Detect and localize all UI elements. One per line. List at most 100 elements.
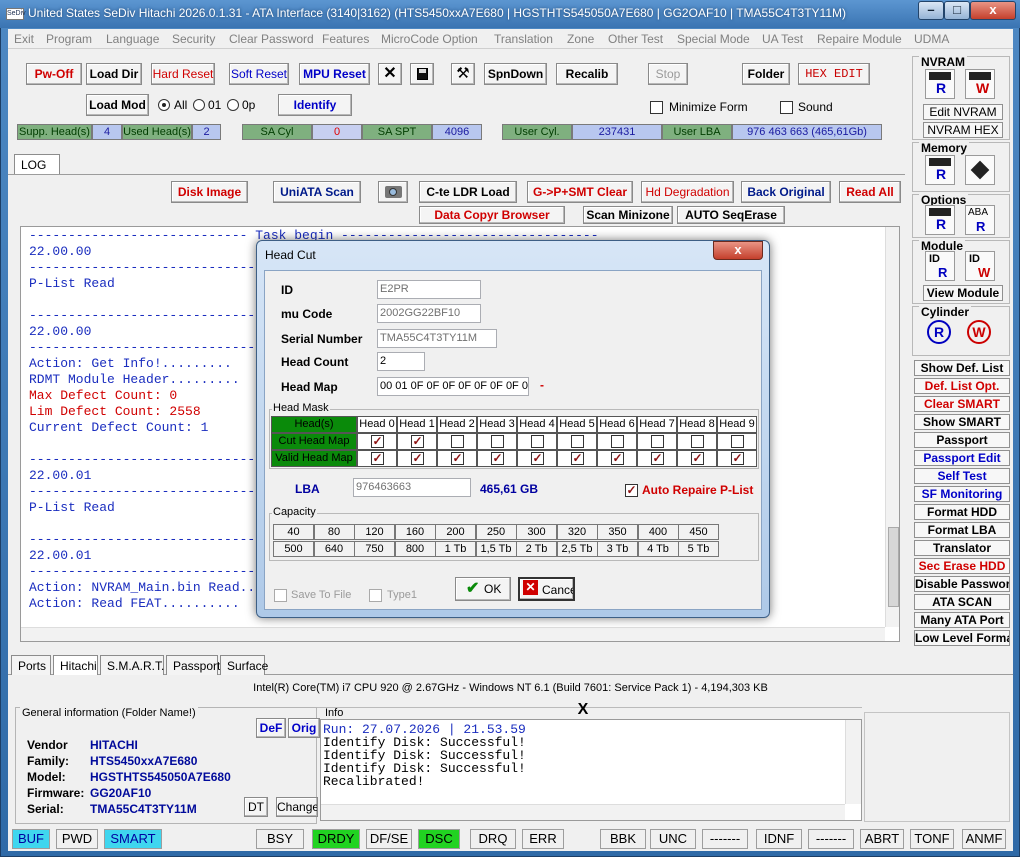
stop-button[interactable]: Stop bbox=[648, 63, 688, 85]
menu-exit[interactable]: Exit bbox=[14, 32, 34, 46]
capacity-button[interactable]: 250 bbox=[475, 524, 517, 540]
cut-head-checkbox[interactable]: ✓ bbox=[411, 435, 424, 448]
valid-head-checkbox[interactable]: ✓ bbox=[371, 452, 384, 465]
recalib-button[interactable]: Recalib bbox=[556, 63, 618, 85]
sidebar-button-format-lba[interactable]: Format LBA bbox=[914, 522, 1010, 538]
capacity-button[interactable]: 120 bbox=[354, 524, 395, 540]
menu-microcode-option[interactable]: MicroCode Option bbox=[381, 32, 478, 46]
type1-checkbox[interactable] bbox=[369, 589, 382, 602]
auto-repair-checkbox[interactable]: ✓ bbox=[625, 484, 638, 497]
radio-01[interactable] bbox=[193, 99, 205, 111]
menu-udma[interactable]: UDMA bbox=[914, 32, 949, 46]
cancel-x-icon[interactable]: ✕ bbox=[378, 63, 402, 85]
sidebar-button-passport-edit[interactable]: Passport Edit bbox=[914, 450, 1010, 466]
options-aba-icon[interactable]: ABA R bbox=[965, 205, 995, 235]
hd-degradation-button[interactable]: Hd Degradation bbox=[641, 181, 734, 203]
lba-field[interactable]: 976463663 bbox=[353, 478, 471, 497]
back-original-button[interactable]: Back Original bbox=[741, 181, 831, 203]
gp-smt-clear-button[interactable]: G->P+SMT Clear bbox=[527, 181, 633, 203]
edit-nvram-button[interactable]: Edit NVRAM bbox=[923, 104, 1003, 120]
sidebar-button-disable-password[interactable]: Disable Password bbox=[914, 576, 1010, 592]
sidebar-button-translator[interactable]: Translator bbox=[914, 540, 1010, 556]
nvram-hex-button[interactable]: NVRAM HEX bbox=[923, 122, 1003, 138]
head-map-field[interactable]: 00 01 0F 0F 0F 0F 0F 0F 0F 0F bbox=[377, 377, 529, 396]
valid-head-checkbox[interactable]: ✓ bbox=[651, 452, 664, 465]
pw-off-button[interactable]: Pw-Off bbox=[26, 63, 82, 85]
view-module-button[interactable]: View Module bbox=[923, 285, 1003, 301]
capacity-button[interactable]: 2,5 Tb bbox=[556, 541, 598, 557]
tab-surface[interactable]: Surface bbox=[220, 655, 268, 675]
load-mod-button[interactable]: Load Mod bbox=[86, 94, 149, 116]
cut-head-checkbox[interactable] bbox=[571, 435, 584, 448]
menu-clear-password[interactable]: Clear Password bbox=[229, 32, 314, 46]
load-dir-button[interactable]: Load Dir bbox=[86, 63, 142, 85]
scan-minizone-button[interactable]: Scan Minizone bbox=[583, 206, 673, 224]
tab-ports[interactable]: Ports bbox=[11, 655, 51, 675]
change-button[interactable]: Change bbox=[276, 797, 318, 817]
memory-read-icon[interactable]: R bbox=[925, 155, 955, 185]
menu-security[interactable]: Security bbox=[172, 32, 215, 46]
radio-0p[interactable] bbox=[227, 99, 239, 111]
info-scrollbar[interactable] bbox=[845, 720, 861, 804]
save-to-file-checkbox[interactable] bbox=[274, 589, 287, 602]
log-hscrollbar[interactable] bbox=[21, 627, 885, 641]
valid-head-checkbox[interactable]: ✓ bbox=[411, 452, 424, 465]
memory-write-icon[interactable] bbox=[965, 155, 995, 185]
capacity-button[interactable]: 640 bbox=[313, 541, 355, 557]
tab-passport[interactable]: Passport bbox=[166, 655, 220, 675]
menu-zone[interactable]: Zone bbox=[567, 32, 594, 46]
maximize-button[interactable]: □ bbox=[944, 1, 970, 20]
sidebar-button-many-ata-port[interactable]: Many ATA Port bbox=[914, 612, 1010, 628]
capacity-button[interactable]: 750 bbox=[354, 541, 395, 557]
dt-button[interactable]: DT bbox=[244, 797, 268, 817]
capacity-button[interactable]: 2 Tb bbox=[516, 541, 557, 557]
disk-image-button[interactable]: Disk Image bbox=[171, 181, 248, 203]
menu-translation[interactable]: Translation bbox=[494, 32, 553, 46]
capacity-button[interactable]: 300 bbox=[516, 524, 557, 540]
head-count-field[interactable]: 2 bbox=[377, 352, 425, 371]
capacity-button[interactable]: 5 Tb bbox=[678, 541, 719, 557]
dialog-close-button[interactable]: x bbox=[713, 241, 763, 260]
uniata-scan-button[interactable]: UniATA Scan bbox=[273, 181, 361, 203]
sound-checkbox[interactable] bbox=[780, 101, 793, 114]
cancel-button[interactable]: ✕ Cancel bbox=[518, 577, 575, 601]
close-button[interactable]: x bbox=[970, 1, 1016, 20]
read-all-button[interactable]: Read All bbox=[839, 181, 901, 203]
valid-head-checkbox[interactable]: ✓ bbox=[691, 452, 704, 465]
info-close-icon[interactable]: X bbox=[568, 702, 598, 718]
mpu-reset-button[interactable]: MPU Reset bbox=[299, 63, 370, 85]
camera-icon[interactable] bbox=[378, 181, 408, 203]
menu-features[interactable]: Features bbox=[322, 32, 369, 46]
cut-head-checkbox[interactable] bbox=[491, 435, 504, 448]
tab-smart[interactable]: S.M.A.R.T. bbox=[100, 655, 164, 675]
spndown-button[interactable]: SpnDown bbox=[484, 63, 547, 85]
serial-number-field[interactable]: TMA55C4T3TY11M bbox=[377, 329, 497, 348]
valid-head-checkbox[interactable]: ✓ bbox=[531, 452, 544, 465]
sidebar-button-format-hdd[interactable]: Format HDD bbox=[914, 504, 1010, 520]
capacity-button[interactable]: 800 bbox=[394, 541, 436, 557]
cut-head-checkbox[interactable] bbox=[651, 435, 664, 448]
sidebar-button-ata-scan[interactable]: ATA SCAN bbox=[914, 594, 1010, 610]
id-field[interactable]: E2PR bbox=[377, 280, 481, 299]
auto-seqerase-button[interactable]: AUTO SeqErase bbox=[677, 206, 785, 224]
tab-hitachi[interactable]: Hitachi bbox=[53, 655, 98, 675]
sidebar-button-passport[interactable]: Passport bbox=[914, 432, 1010, 448]
soft-reset-button[interactable]: Soft Reset bbox=[229, 63, 289, 85]
module-write-icon[interactable]: ID W bbox=[965, 251, 995, 281]
mu-code-field[interactable]: 2002GG22BF10 bbox=[377, 304, 481, 323]
cylinder-read-icon[interactable]: R bbox=[925, 319, 955, 349]
log-scrollbar[interactable] bbox=[885, 227, 899, 627]
menu-repaire-module[interactable]: Repaire Module bbox=[817, 32, 902, 46]
menu-program[interactable]: Program bbox=[46, 32, 92, 46]
sidebar-button-low-level-format[interactable]: Low Level Format bbox=[914, 630, 1010, 646]
capacity-button[interactable]: 80 bbox=[313, 524, 355, 540]
capacity-button[interactable]: 1 Tb bbox=[435, 541, 476, 557]
radio-all[interactable] bbox=[158, 99, 170, 111]
sidebar-button-show-smart[interactable]: Show SMART bbox=[914, 414, 1010, 430]
minimize-form-checkbox[interactable] bbox=[650, 101, 663, 114]
valid-head-checkbox[interactable]: ✓ bbox=[571, 452, 584, 465]
cut-head-checkbox[interactable] bbox=[731, 435, 744, 448]
capacity-button[interactable]: 160 bbox=[394, 524, 436, 540]
sidebar-button-sf-monitoring[interactable]: SF Monitoring bbox=[914, 486, 1010, 502]
valid-head-checkbox[interactable]: ✓ bbox=[731, 452, 744, 465]
